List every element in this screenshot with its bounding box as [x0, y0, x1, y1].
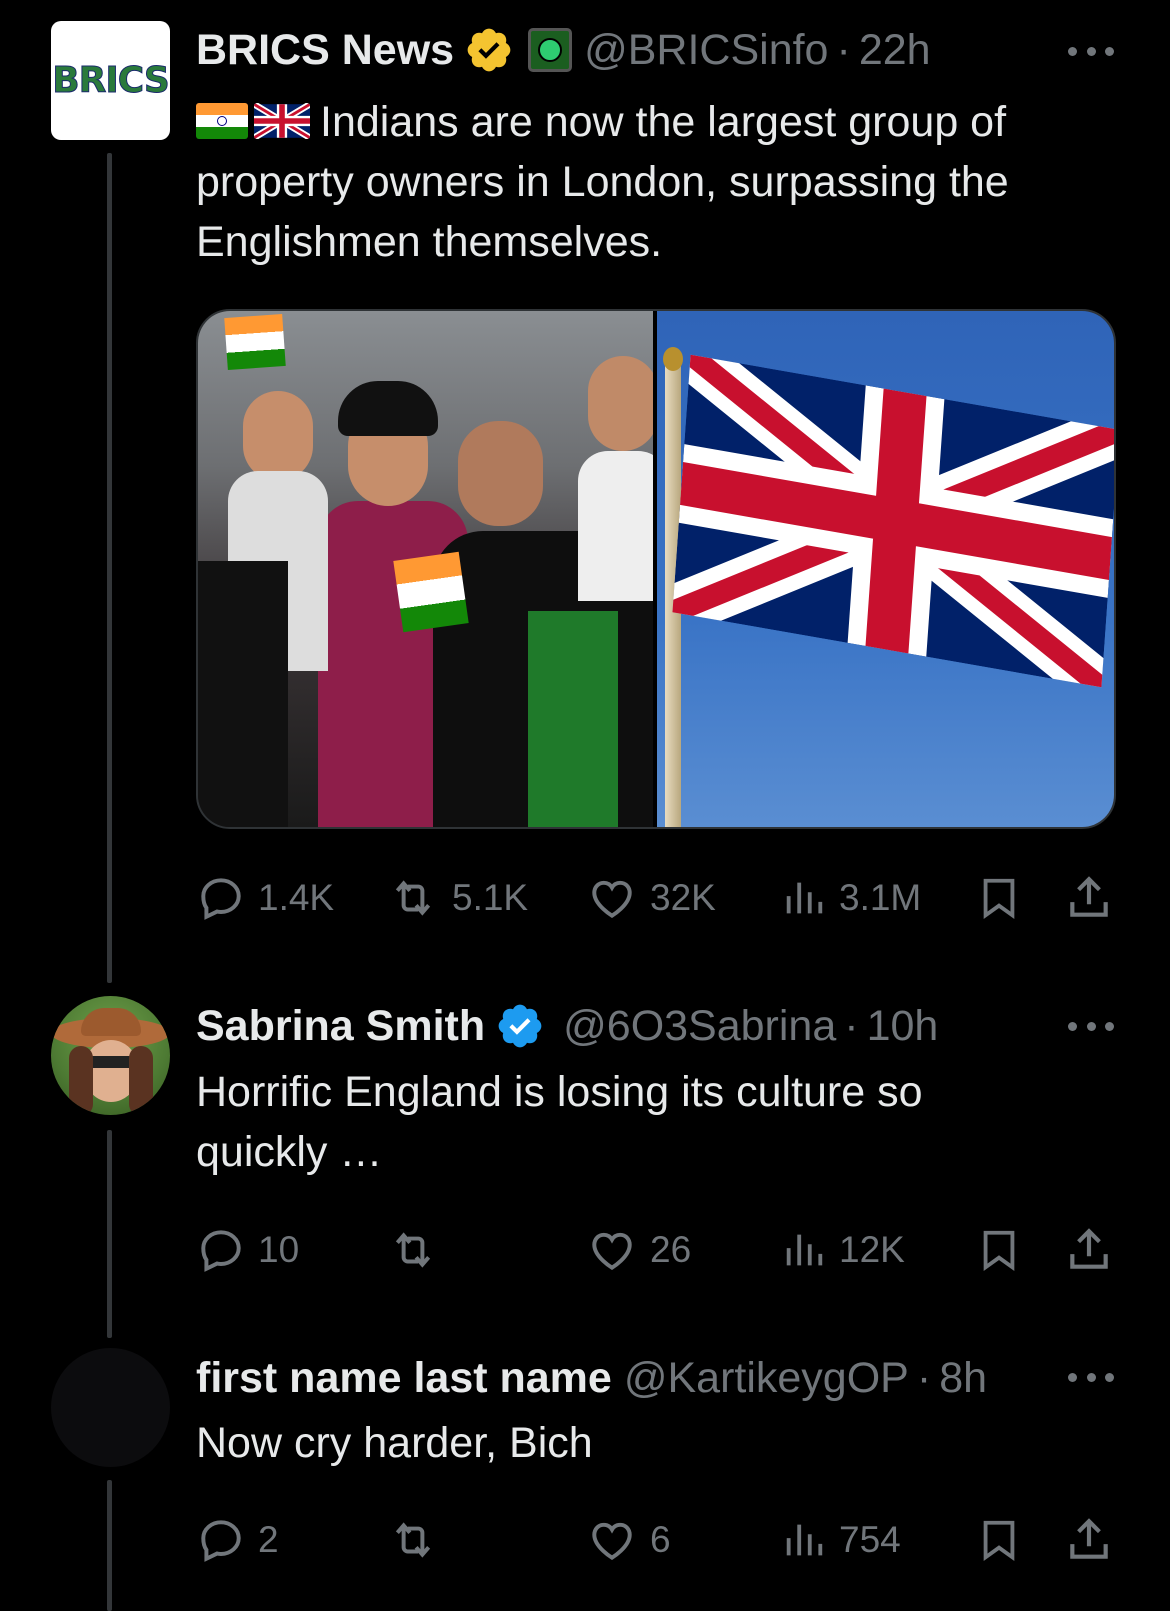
- thread-line: [107, 153, 112, 983]
- tweet-actions: 2 6 754: [196, 1510, 1116, 1570]
- more-icon[interactable]: [1068, 1019, 1114, 1033]
- affiliate-badge-icon[interactable]: [528, 28, 573, 72]
- like-icon: [592, 1522, 632, 1561]
- like-icon: [592, 880, 632, 919]
- repost-button[interactable]: 5.1K: [386, 868, 528, 928]
- separator-dot: ·: [916, 1353, 932, 1402]
- reply-icon: [201, 1230, 241, 1272]
- tweet-text-block: Indians are now the largest group of pro…: [196, 92, 1110, 272]
- handle[interactable]: @KartikeygOP: [624, 1354, 909, 1403]
- tweet-media[interactable]: [196, 309, 1116, 829]
- handle[interactable]: @BRICSinfo: [584, 26, 828, 75]
- display-name[interactable]: BRICS News: [196, 26, 454, 75]
- like-count: 6: [650, 1519, 671, 1560]
- like-button[interactable]: 32K: [586, 868, 716, 928]
- reply-icon: [201, 878, 241, 920]
- share-button[interactable]: [1064, 1510, 1114, 1570]
- like-icon: [592, 1232, 632, 1271]
- separator-dot: ·: [836, 25, 851, 74]
- uk-flag-icon: [252, 101, 312, 141]
- tweet-actions: 10 26 12K: [196, 1220, 1116, 1280]
- reply-count: 10: [258, 1229, 300, 1270]
- avatar-sabrina[interactable]: [51, 996, 170, 1115]
- repost-button[interactable]: [386, 1220, 452, 1280]
- separator-dot: ·: [844, 1001, 859, 1050]
- repost-icon: [395, 1522, 431, 1558]
- like-button[interactable]: 26: [586, 1220, 691, 1280]
- avatar-brics-logo: BRICS: [52, 60, 170, 102]
- views-icon: [786, 882, 823, 914]
- bookmark-button[interactable]: [976, 1220, 1022, 1280]
- reply-button[interactable]: 1.4K: [196, 868, 334, 928]
- views-count: 3.1M: [839, 877, 922, 918]
- india-flag-icon: [196, 102, 248, 139]
- tweet-actions: 1.4K 5.1K 32K 3.1M: [196, 868, 1116, 928]
- tweet-header: first name last name @KartikeygOP · 8h: [196, 1348, 1090, 1408]
- share-icon: [1070, 876, 1108, 917]
- timestamp[interactable]: 22h: [859, 26, 931, 75]
- tweet-header: BRICS News @BRICSinfo · 22h: [196, 20, 1090, 80]
- tweet-text: Horrific England is losing its culture s…: [196, 1068, 923, 1176]
- avatar-brics[interactable]: BRICS: [51, 21, 170, 140]
- share-icon: [1070, 1228, 1108, 1269]
- verified-badge-icon[interactable]: [464, 25, 514, 75]
- views-count: 754: [839, 1519, 901, 1560]
- photo-crowd-with-indian-flags[interactable]: [198, 311, 653, 827]
- more-icon[interactable]: [1068, 1370, 1114, 1384]
- views-count: 12K: [839, 1229, 905, 1270]
- tweet-text: Indians are now the largest group of pro…: [196, 98, 1009, 266]
- handle[interactable]: @6O3Sabrina: [563, 1002, 836, 1051]
- display-name[interactable]: first name last name: [196, 1354, 612, 1403]
- timestamp[interactable]: 10h: [867, 1002, 939, 1051]
- thread-line: [107, 1480, 112, 1611]
- like-count: 26: [650, 1229, 692, 1270]
- repost-icon: [395, 1232, 431, 1268]
- bookmark-icon: [983, 1520, 1015, 1561]
- display-name[interactable]: Sabrina Smith: [196, 1002, 485, 1051]
- views-button[interactable]: 754: [781, 1510, 901, 1570]
- bookmark-icon: [983, 878, 1015, 919]
- tweet-text: Now cry harder, Bich: [196, 1419, 593, 1467]
- repost-count: 5.1K: [452, 877, 529, 918]
- share-icon: [1070, 1518, 1108, 1559]
- views-button[interactable]: 12K: [781, 1220, 905, 1280]
- views-button[interactable]: 3.1M: [781, 868, 921, 928]
- reply-button[interactable]: 10: [196, 1220, 299, 1280]
- share-button[interactable]: [1064, 868, 1114, 928]
- share-button[interactable]: [1064, 1220, 1114, 1280]
- bookmark-icon: [983, 1230, 1015, 1271]
- union-jack: [672, 354, 1114, 688]
- reply-count: 1.4K: [258, 877, 335, 918]
- bookmark-button[interactable]: [976, 868, 1022, 928]
- views-icon: [786, 1524, 823, 1556]
- photo-union-jack-flag[interactable]: [657, 311, 1114, 827]
- reply-button[interactable]: 2: [196, 1510, 279, 1570]
- more-icon[interactable]: [1068, 44, 1114, 58]
- repost-button[interactable]: [386, 1510, 452, 1570]
- thread-line: [107, 1130, 112, 1338]
- bookmark-button[interactable]: [976, 1510, 1022, 1570]
- reply-icon: [201, 1520, 241, 1562]
- tweet-header: Sabrina Smith @6O3Sabrina · 10h: [196, 996, 1090, 1056]
- views-icon: [786, 1234, 823, 1266]
- like-button[interactable]: 6: [586, 1510, 671, 1570]
- timestamp[interactable]: 8h: [939, 1354, 987, 1403]
- like-count: 32K: [650, 877, 716, 918]
- verified-badge-icon[interactable]: [495, 1001, 545, 1051]
- reply-count: 2: [258, 1519, 279, 1560]
- avatar-kartikeyg[interactable]: [51, 1348, 170, 1467]
- repost-icon: [395, 880, 431, 916]
